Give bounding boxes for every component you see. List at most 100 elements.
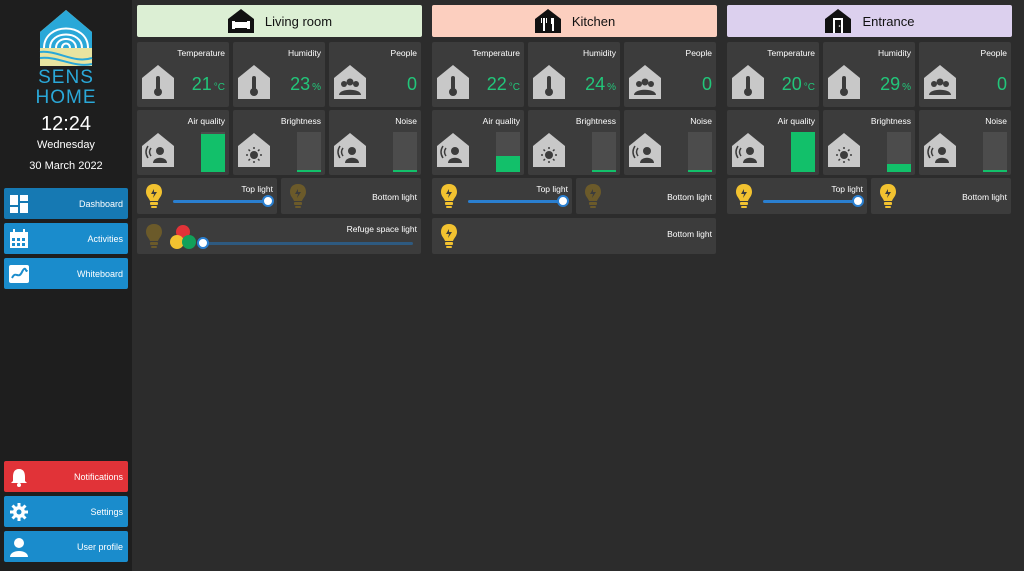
temperature-label: Temperature	[767, 48, 815, 58]
living-refuge-light-slider[interactable]	[203, 242, 413, 245]
room-entrance-header[interactable]: Entrance	[727, 5, 1012, 37]
noise-label: Noise	[690, 116, 712, 126]
humidity-house-icon	[827, 64, 861, 100]
humidity-label: Humidity	[287, 48, 321, 58]
kitchen-air-quality-fill	[496, 156, 520, 172]
room-kitchen-title: Kitchen	[571, 13, 616, 29]
living-top-light-knob[interactable]	[262, 195, 274, 207]
entrance-noise-fill	[983, 170, 1007, 172]
person-speaking-house-icon	[731, 132, 765, 168]
living-refuge-light-tile[interactable]: Refuge space light	[137, 218, 421, 254]
kitchen-people-value: 0	[701, 74, 712, 94]
calendar-icon	[6, 223, 32, 254]
kitchen-air-quality-bar	[496, 132, 520, 172]
nav-activities-button[interactable]: Activities	[4, 223, 128, 254]
noise-label: Noise	[395, 116, 417, 126]
entrance-air-quality-tile: Air quality	[727, 110, 819, 175]
lightbulb-off-icon[interactable]	[289, 183, 307, 209]
brand-line2: HOME	[35, 87, 97, 108]
temperature-unit: °C	[213, 82, 225, 93]
kitchen-noise-bar	[688, 132, 712, 172]
entrance-top-light-slider[interactable]	[763, 200, 859, 203]
gear-icon	[6, 496, 32, 527]
sun-house-icon	[827, 132, 861, 168]
bottom-light-label: Bottom light	[667, 229, 712, 239]
people-house-icon	[333, 64, 367, 100]
air-quality-label: Air quality	[777, 116, 815, 126]
rgb-color-picker-icon[interactable]	[169, 224, 197, 250]
brightness-label: Brightness	[870, 116, 911, 126]
nav-settings-button[interactable]: Settings	[4, 496, 128, 527]
entrance-humidity-number: 29	[880, 74, 901, 94]
living-noise-bar	[393, 132, 417, 172]
kitchen-top-light-knob[interactable]	[557, 195, 569, 207]
room-living-header[interactable]: Living room	[137, 5, 422, 37]
entrance-temperature-value: 20 °C	[782, 74, 815, 95]
bottom-light-label: Bottom light	[962, 192, 1007, 202]
living-humidity-number: 23	[290, 74, 311, 94]
kitchen-people-tile: People 0	[624, 42, 716, 107]
room-entrance-title: Entrance	[862, 13, 915, 29]
nav-whiteboard-label: Whiteboard	[76, 268, 123, 279]
humidity-house-icon	[532, 64, 566, 100]
lightbulb-on-icon[interactable]	[145, 183, 163, 209]
entrance-brightness-fill	[887, 164, 911, 172]
lightbulb-on-icon[interactable]	[879, 183, 897, 209]
entrance-top-light-tile[interactable]: Top light	[727, 178, 867, 214]
living-noise-fill	[393, 170, 417, 172]
nav-whiteboard-button[interactable]: Whiteboard	[4, 258, 128, 289]
kitchen-top-light-tile[interactable]: Top light	[432, 178, 572, 214]
nav-dashboard-label: Dashboard	[78, 198, 123, 209]
lightbulb-off-icon[interactable]	[145, 223, 163, 249]
nav-notifications-button[interactable]: Notifications	[4, 461, 128, 492]
humidity-unit: %	[607, 82, 616, 93]
kitchen-temperature-value: 22 °C	[487, 74, 520, 95]
room-kitchen-header[interactable]: Kitchen	[432, 5, 717, 37]
nav-user-profile-button[interactable]: User profile	[4, 531, 128, 562]
entrance-air-quality-fill	[791, 132, 815, 172]
entrance-air-quality-bar	[791, 132, 815, 172]
entrance-top-light-knob[interactable]	[852, 195, 864, 207]
living-brightness-bar	[297, 132, 321, 172]
kitchen-extra-bottom-light-tile[interactable]: Bottom light	[432, 218, 716, 254]
living-brightness-tile: Brightness	[233, 110, 325, 175]
entrance-people-value: 0	[996, 74, 1007, 94]
kitchen-noise-fill	[688, 170, 712, 172]
kitchen-top-light-slider[interactable]	[468, 200, 564, 203]
people-label: People	[390, 48, 417, 58]
living-humidity-tile: Humidity 23%	[233, 42, 325, 107]
living-temperature-value: 21 °C	[192, 74, 225, 95]
living-air-quality-tile: Air quality	[137, 110, 229, 175]
living-top-light-slider[interactable]	[173, 200, 269, 203]
thermometer-house-icon	[436, 64, 470, 100]
living-air-quality-fill	[201, 134, 225, 172]
living-air-quality-bar	[201, 132, 225, 172]
entrance-noise-bar	[983, 132, 1007, 172]
kitchen-brightness-fill	[592, 170, 616, 172]
living-top-light-tile[interactable]: Top light	[137, 178, 277, 214]
sidebar: SENS HOME 12:24 Wednesday 30 March 2022 …	[0, 0, 132, 571]
dashboard-icon	[6, 188, 32, 219]
air-quality-label: Air quality	[187, 116, 225, 126]
lightbulb-on-icon[interactable]	[735, 183, 753, 209]
brand-line1: SENS	[38, 67, 94, 88]
nav-settings-label: Settings	[90, 506, 123, 517]
living-bottom-light-tile[interactable]: Bottom light	[281, 178, 421, 214]
sofa-house-icon	[227, 9, 254, 33]
lightbulb-off-icon[interactable]	[584, 183, 602, 209]
entrance-bottom-light-tile[interactable]: Bottom light	[871, 178, 1011, 214]
kitchen-bottom-light-tile[interactable]: Bottom light	[576, 178, 716, 214]
whiteboard-icon	[6, 258, 32, 289]
clock-date: 30 March 2022	[29, 160, 103, 172]
people-label: People	[980, 48, 1007, 58]
refuge-light-label: Refuge space light	[346, 224, 417, 234]
living-refuge-light-knob[interactable]	[197, 237, 209, 249]
brightness-label: Brightness	[280, 116, 321, 126]
sun-house-icon	[532, 132, 566, 168]
air-quality-label: Air quality	[482, 116, 520, 126]
nav-notifications-label: Notifications	[73, 471, 123, 482]
nav-dashboard-button[interactable]: Dashboard	[4, 188, 128, 219]
lightbulb-on-icon[interactable]	[440, 183, 458, 209]
lightbulb-on-icon[interactable]	[440, 223, 458, 249]
people-house-icon	[923, 64, 957, 100]
